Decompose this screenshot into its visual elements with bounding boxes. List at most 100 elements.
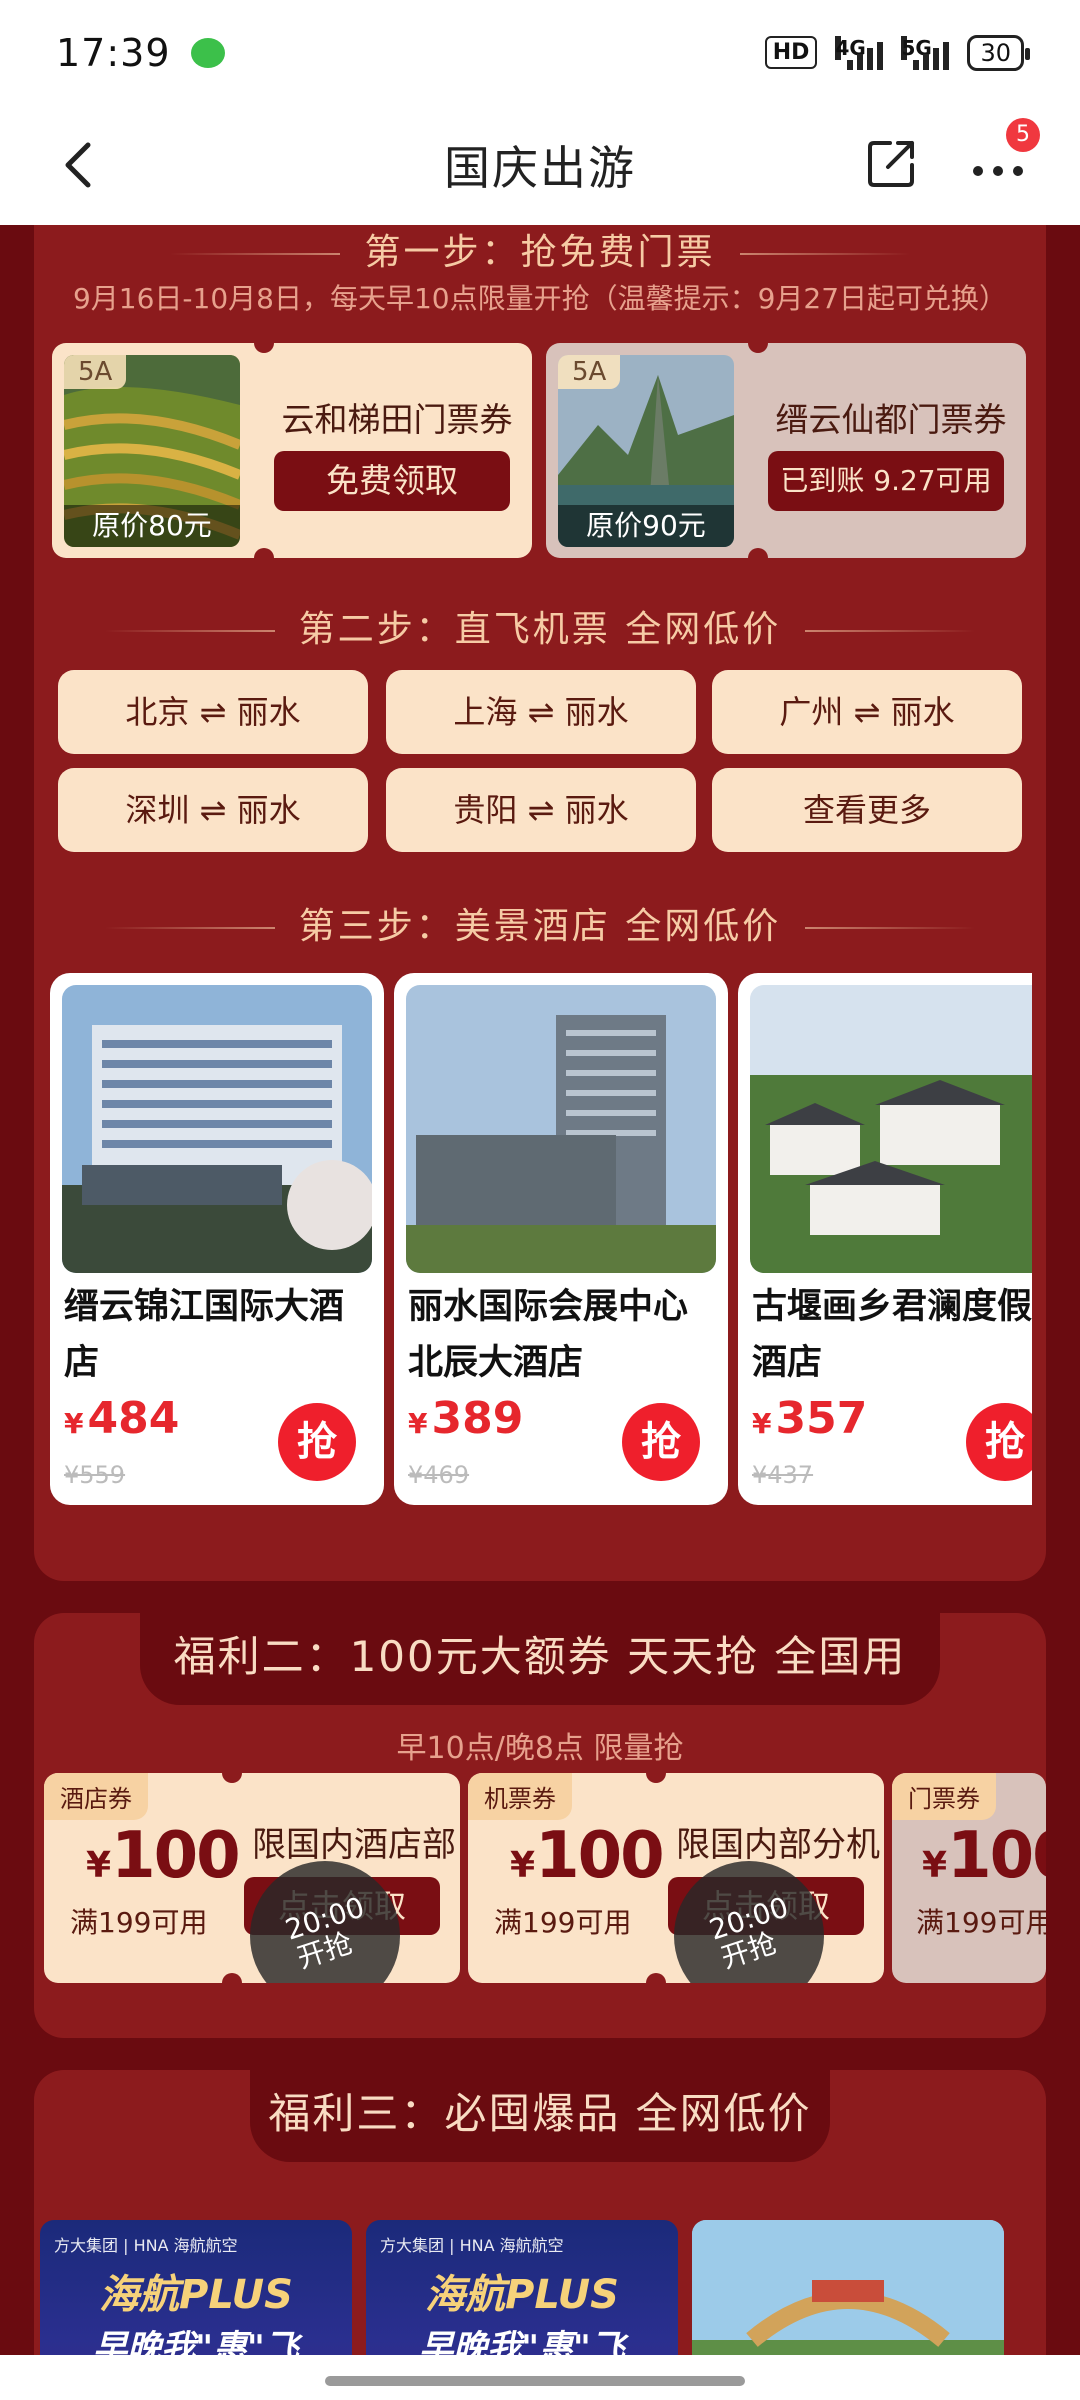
hotel-name-line1: 缙云锦江国际大酒 <box>64 1287 345 1327</box>
step1-title: 第一步：抢免费门票 <box>0 225 1080 275</box>
hotel-name-line1: 古堰画乡君澜度假 <box>752 1287 1032 1327</box>
home-indicator[interactable] <box>325 2376 745 2386</box>
title-line-left <box>104 927 275 929</box>
signal-5g-icon: 5G <box>901 35 950 70</box>
hotel-photo <box>750 985 1032 1273</box>
status-right: HD 4G 5G 30 <box>764 34 1030 71</box>
notification-badge: 5 <box>1006 118 1040 152</box>
original-price: 原价80元 <box>64 505 240 547</box>
step3-title: 第三步：美景酒店 全网低价 <box>0 897 1080 949</box>
battery-icon: 30 <box>967 34 1030 71</box>
back-icon[interactable] <box>50 135 110 195</box>
hotel-price-value: 389 <box>431 1393 524 1444</box>
flight-coupon-card[interactable]: 机票券 ¥100 满199可用 限国内部分机 点击领取 20:00 开抢 <box>468 1773 884 1983</box>
coupon-amount: ¥100 <box>922 1819 1046 1893</box>
benefit3-title: 福利三：必囤爆品 全网低价 <box>250 2070 830 2162</box>
banner-logo: 海航PLUS <box>425 2272 619 2318</box>
banner-logo: 海航PLUS <box>99 2272 293 2318</box>
coupon-notch <box>222 1973 242 1983</box>
route-shanghai-lishui[interactable]: 上海 ⇌ 丽水 <box>386 670 696 754</box>
content-scroll[interactable]: 第一步：抢免费门票 9月16日-10月8日，每天早10点限量开抢（温馨提示：9月… <box>0 225 1080 2355</box>
hna-plus-banner[interactable]: 方大集团 | HNA 海航航空 海航PLUS 早晚我"惠"飞 <box>40 2220 352 2355</box>
hotel-price: ¥357 <box>752 1393 868 1444</box>
hotel-name-line2: 店 <box>64 1343 100 1383</box>
status-time: 17:39 <box>56 30 171 75</box>
hotel-name-line1: 丽水国际会展中心 <box>408 1287 689 1327</box>
coupon-tag: 机票券 <box>468 1773 572 1820</box>
network-5g-label: 5G <box>901 35 932 60</box>
ticket-name: 缙云仙都门票券 <box>775 400 1007 439</box>
hotel-card[interactable]: 丽水国际会展中心 北辰大酒店 ¥389 ¥469 抢 <box>394 973 728 1505</box>
hotel-photo <box>62 985 372 1273</box>
grab-button[interactable]: 抢 <box>966 1403 1032 1481</box>
coupon-notch <box>646 1773 666 1783</box>
coupon-amount-value: 100 <box>111 1819 241 1893</box>
scenic-photo: 5A 原价80元 <box>64 355 240 547</box>
hotel-coupon-card[interactable]: 酒店券 ¥100 满199可用 限国内酒店部 点击领取 20:00 开抢 <box>44 1773 460 1983</box>
free-claim-button[interactable]: 免费领取 <box>274 451 510 511</box>
benefit2-panel: 福利二：100元大额券 天天抢 全国用 早10点/晚8点 限量抢 酒店券 ¥10… <box>34 1613 1046 2038</box>
ticket-card[interactable]: 5A 原价90元 缙云仙都门票券 已到账 9.27可用 <box>546 343 1026 558</box>
ticket-notch <box>748 548 768 558</box>
title-line-left <box>104 630 275 632</box>
hotel-photo <box>406 985 716 1273</box>
coupon-notch <box>222 1773 242 1783</box>
hotel-name-line2: 北辰大酒店 <box>408 1343 584 1383</box>
theme-park-image <box>692 2220 1004 2355</box>
benefit2-title: 福利二：100元大额券 天天抢 全国用 <box>140 1613 940 1705</box>
coupon-min-spend: 满199可用 <box>494 1906 632 1939</box>
share-icon[interactable] <box>864 135 920 191</box>
ticket-name: 云和梯田门票券 <box>281 400 513 439</box>
step3-title-text: 第三步：美景酒店 全网低价 <box>298 906 782 947</box>
claimed-status-button[interactable]: 已到账 9.27可用 <box>768 451 1004 511</box>
route-beijing-lishui[interactable]: 北京 ⇌ 丽水 <box>58 670 368 754</box>
hna-plus-banner[interactable]: 方大集团 | HNA 海航航空 海航PLUS 早晚我"惠"飞 <box>366 2220 678 2355</box>
hd-icon: HD <box>764 36 818 69</box>
coupon-amount-value: 100 <box>535 1819 665 1893</box>
hotel-carousel[interactable]: 缙云锦江国际大酒 店 ¥484 ¥559 抢 丽水国际会展中心 北辰大酒店 ¥3… <box>50 973 1032 1505</box>
coupon-tag: 门票券 <box>892 1773 996 1820</box>
network-4g-label: 4G <box>835 35 866 60</box>
page-title: 国庆出游 <box>444 141 636 195</box>
grab-button[interactable]: 抢 <box>622 1403 700 1481</box>
ticket-coupon-card[interactable]: 门票券 ¥100 满199可用 <box>892 1773 1046 1983</box>
step1-title-text: 第一步：抢免费门票 <box>364 232 716 273</box>
theme-park-banner[interactable] <box>692 2220 1004 2355</box>
hotel-name-line2: 酒店 <box>752 1343 823 1383</box>
ticket-card[interactable]: 5A 原价80元 云和梯田门票券 免费领取 <box>52 343 532 558</box>
coupon-tag: 酒店券 <box>44 1773 148 1820</box>
ticket-notch <box>748 343 768 353</box>
coupon-amount-value: 100 <box>947 1819 1046 1893</box>
title-line-left <box>170 253 341 255</box>
hotel-name: 缙云锦江国际大酒 店 <box>64 1279 384 1391</box>
status-bar: 17:39 HD 4G 5G 30 <box>0 0 1080 105</box>
hotel-image <box>62 985 372 1273</box>
hotel-card[interactable]: 古堰画乡君澜度假 酒店 ¥357 ¥437 抢 <box>738 973 1032 1505</box>
banner-brand: 方大集团 | HNA 海航航空 <box>380 2236 564 2255</box>
ticket-notch <box>254 343 274 353</box>
signal-icon: 4G <box>835 35 884 70</box>
hotel-card[interactable]: 缙云锦江国际大酒 店 ¥484 ¥559 抢 <box>50 973 384 1505</box>
nav-bar: 国庆出游 <box>0 105 1080 225</box>
ticket-notch <box>254 548 274 558</box>
route-guangzhou-lishui[interactable]: 广州 ⇌ 丽水 <box>712 670 1022 754</box>
coupon-amount: ¥100 <box>86 1819 241 1893</box>
hotel-image <box>406 985 716 1273</box>
title-line-right <box>739 253 910 255</box>
route-guiyang-lishui[interactable]: 贵阳 ⇌ 丽水 <box>386 768 696 852</box>
route-shenzhen-lishui[interactable]: 深圳 ⇌ 丽水 <box>58 768 368 852</box>
coupon-min-spend: 满199可用 <box>916 1906 1046 1939</box>
coupon-desc: 限国内酒店部 <box>252 1825 456 1865</box>
coupon-amount: ¥100 <box>510 1819 665 1893</box>
title-line-right <box>805 630 976 632</box>
hotel-old-price: ¥437 <box>752 1461 814 1489</box>
view-more-routes-button[interactable]: 查看更多 <box>712 768 1022 852</box>
banner-brand: 方大集团 | HNA 海航航空 <box>54 2236 238 2255</box>
coupon-desc: 限国内部分机 <box>676 1825 880 1865</box>
hotel-name: 古堰画乡君澜度假 酒店 <box>752 1279 1032 1391</box>
hotel-price: ¥389 <box>408 1393 524 1444</box>
level-tag: 5A <box>558 355 621 389</box>
grab-button[interactable]: 抢 <box>278 1403 356 1481</box>
coupon-notch <box>646 1973 666 1983</box>
level-tag: 5A <box>64 355 127 389</box>
